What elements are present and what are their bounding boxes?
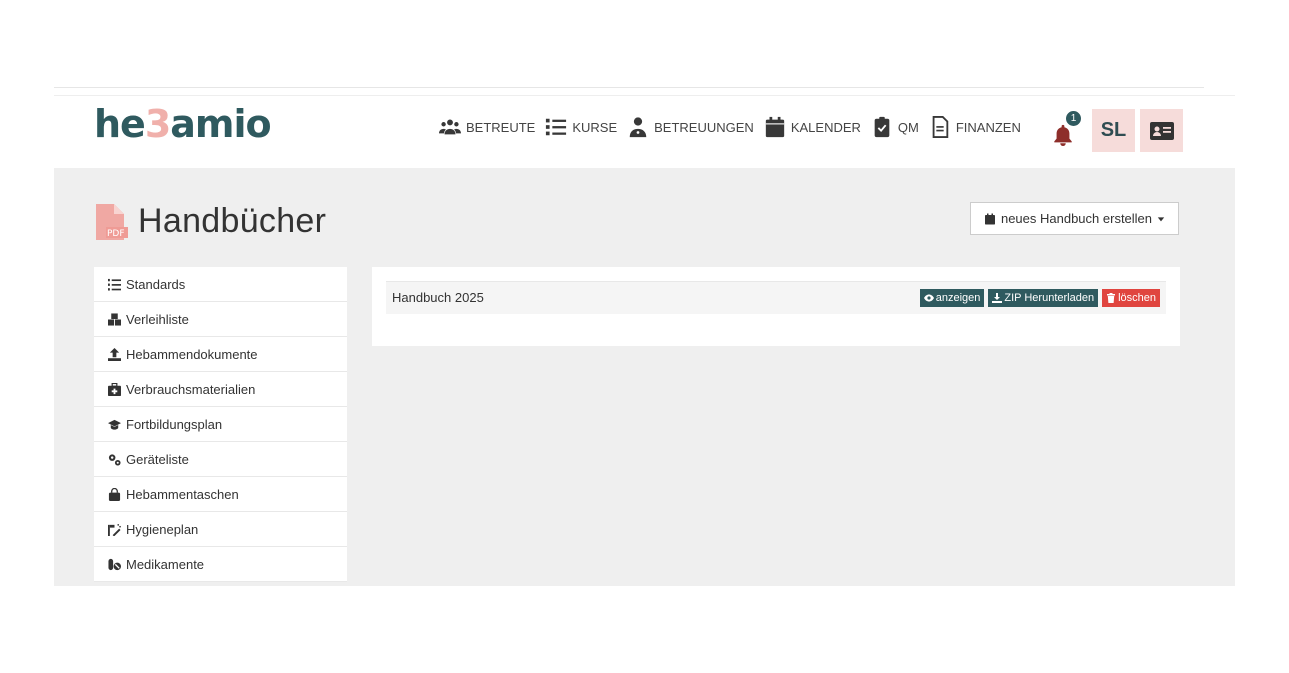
pdf-file-icon: PDF <box>96 203 128 240</box>
gears-icon <box>108 453 121 466</box>
list-ol-icon <box>108 278 121 291</box>
sidebar-item-hebammendokumente[interactable]: Hebammendokumente <box>94 337 347 372</box>
nav-label: QM <box>897 119 919 135</box>
sidebar-item-label: Medikamente <box>126 556 205 572</box>
download-label: ZIP Herunterladen <box>1004 292 1095 304</box>
sidebar-item-label: Standards <box>126 276 186 292</box>
user-avatar[interactable]: SL <box>1092 109 1135 152</box>
header: he3amio BETREUTE KURSE BETREUUNGEN KALEN… <box>54 95 1235 169</box>
sidebar-item-standards[interactable]: Standards <box>94 267 347 302</box>
nav-label: FINANZEN <box>955 119 1021 135</box>
bell-icon <box>1054 124 1072 146</box>
calendar-icon <box>984 213 995 224</box>
view-button[interactable]: anzeigen <box>919 289 985 307</box>
page-title-text: Handbücher <box>138 202 327 240</box>
top-divider <box>54 87 1204 88</box>
sidebar-item-label: Verleihliste <box>126 311 189 327</box>
sidebar-item-label: Hebammendokumente <box>126 346 258 362</box>
sidebar-item-verbrauchsmaterialien[interactable]: Verbrauchsmaterialien <box>94 372 347 407</box>
row-actions: anzeigen ZIP Herunterladen löschen <box>919 289 1160 307</box>
nav-label: BETREUTE <box>466 119 536 135</box>
main-content: PDF Handbücher neues Handbuch erstellen … <box>54 168 1235 586</box>
sidebar-item-label: Fortbildungsplan <box>126 416 223 432</box>
sidebar-item-fortbildungsplan[interactable]: Fortbildungsplan <box>94 407 347 442</box>
spray-icon <box>108 523 121 536</box>
nav-item-betreuungen[interactable]: BETREUUNGEN <box>627 116 754 138</box>
trash-icon <box>1107 293 1116 303</box>
sidebar-item-verleihliste[interactable]: Verleihliste <box>94 302 347 337</box>
new-handbook-button[interactable]: neues Handbuch erstellen <box>970 202 1179 235</box>
file-lines-icon <box>932 116 949 138</box>
page-title: PDF Handbücher <box>94 202 326 241</box>
id-card-icon <box>1149 121 1174 140</box>
delete-label: löschen <box>1118 292 1156 304</box>
sidebar-item-label: Geräteliste <box>126 451 189 467</box>
sidebar-item-label: Hebammentaschen <box>126 486 239 502</box>
main-nav: BETREUTE KURSE BETREUUNGEN KALENDER QM F… <box>439 116 1025 138</box>
nav-label: BETREUUNGEN <box>654 119 754 135</box>
kit-medical-icon <box>108 382 121 396</box>
upload-icon <box>108 347 121 361</box>
svg-text:PDF: PDF <box>107 229 125 239</box>
sidebar-item-hygieneplan[interactable]: Hygieneplan <box>94 512 347 547</box>
download-zip-button[interactable]: ZIP Herunterladen <box>988 289 1099 307</box>
notification-badge: 1 <box>1066 111 1081 126</box>
logo-text-right: amio <box>170 102 271 146</box>
graduation-cap-icon <box>108 419 121 430</box>
pills-icon <box>108 558 121 570</box>
download-icon <box>992 293 1003 303</box>
nav-item-betreute[interactable]: BETREUTE <box>439 116 535 138</box>
nav-item-kurse[interactable]: KURSE <box>545 116 617 138</box>
nav-item-kalender[interactable]: KALENDER <box>764 116 861 138</box>
notifications-button[interactable]: 1 <box>1050 111 1081 149</box>
sidebar: Standards Verleihliste Hebammendokumente… <box>94 267 347 582</box>
eye-icon <box>923 294 934 302</box>
users-icon <box>439 119 461 135</box>
caret-down-icon <box>1157 216 1165 221</box>
sidebar-item-label: Hygieneplan <box>126 521 199 537</box>
table-row: Handbuch 2025 anzeigen ZIP Herunterladen… <box>386 281 1166 314</box>
calendar-icon <box>765 116 784 138</box>
sidebar-item-geraeteliste[interactable]: Geräteliste <box>94 442 347 477</box>
handbook-panel: Handbuch 2025 anzeigen ZIP Herunterladen… <box>372 267 1180 346</box>
nav-item-finanzen[interactable]: FINANZEN <box>929 116 1021 138</box>
delete-button[interactable]: löschen <box>1102 289 1160 307</box>
clipboard-check-icon <box>874 116 890 138</box>
view-label: anzeigen <box>935 292 981 304</box>
profile-card-button[interactable] <box>1140 109 1183 152</box>
logo-text-mid: 3 <box>144 102 171 146</box>
handbook-name: Handbuch 2025 <box>392 290 484 305</box>
bag-icon <box>108 487 121 501</box>
sidebar-item-label: Verbrauchsmaterialien <box>126 381 256 397</box>
list-icon <box>546 118 567 136</box>
new-handbook-label: neues Handbuch erstellen <box>1000 211 1153 226</box>
logo-text-left: he <box>94 102 146 146</box>
sidebar-item-medikamente[interactable]: Medikamente <box>94 547 347 582</box>
cubes-icon <box>108 312 121 326</box>
nav-item-qm[interactable]: QM <box>871 116 919 138</box>
logo[interactable]: he3amio <box>94 102 272 146</box>
sidebar-item-hebammentaschen[interactable]: Hebammentaschen <box>94 477 347 512</box>
nav-label: KURSE <box>572 119 618 135</box>
user-doctor-icon <box>629 117 647 138</box>
nav-label: KALENDER <box>790 119 861 135</box>
